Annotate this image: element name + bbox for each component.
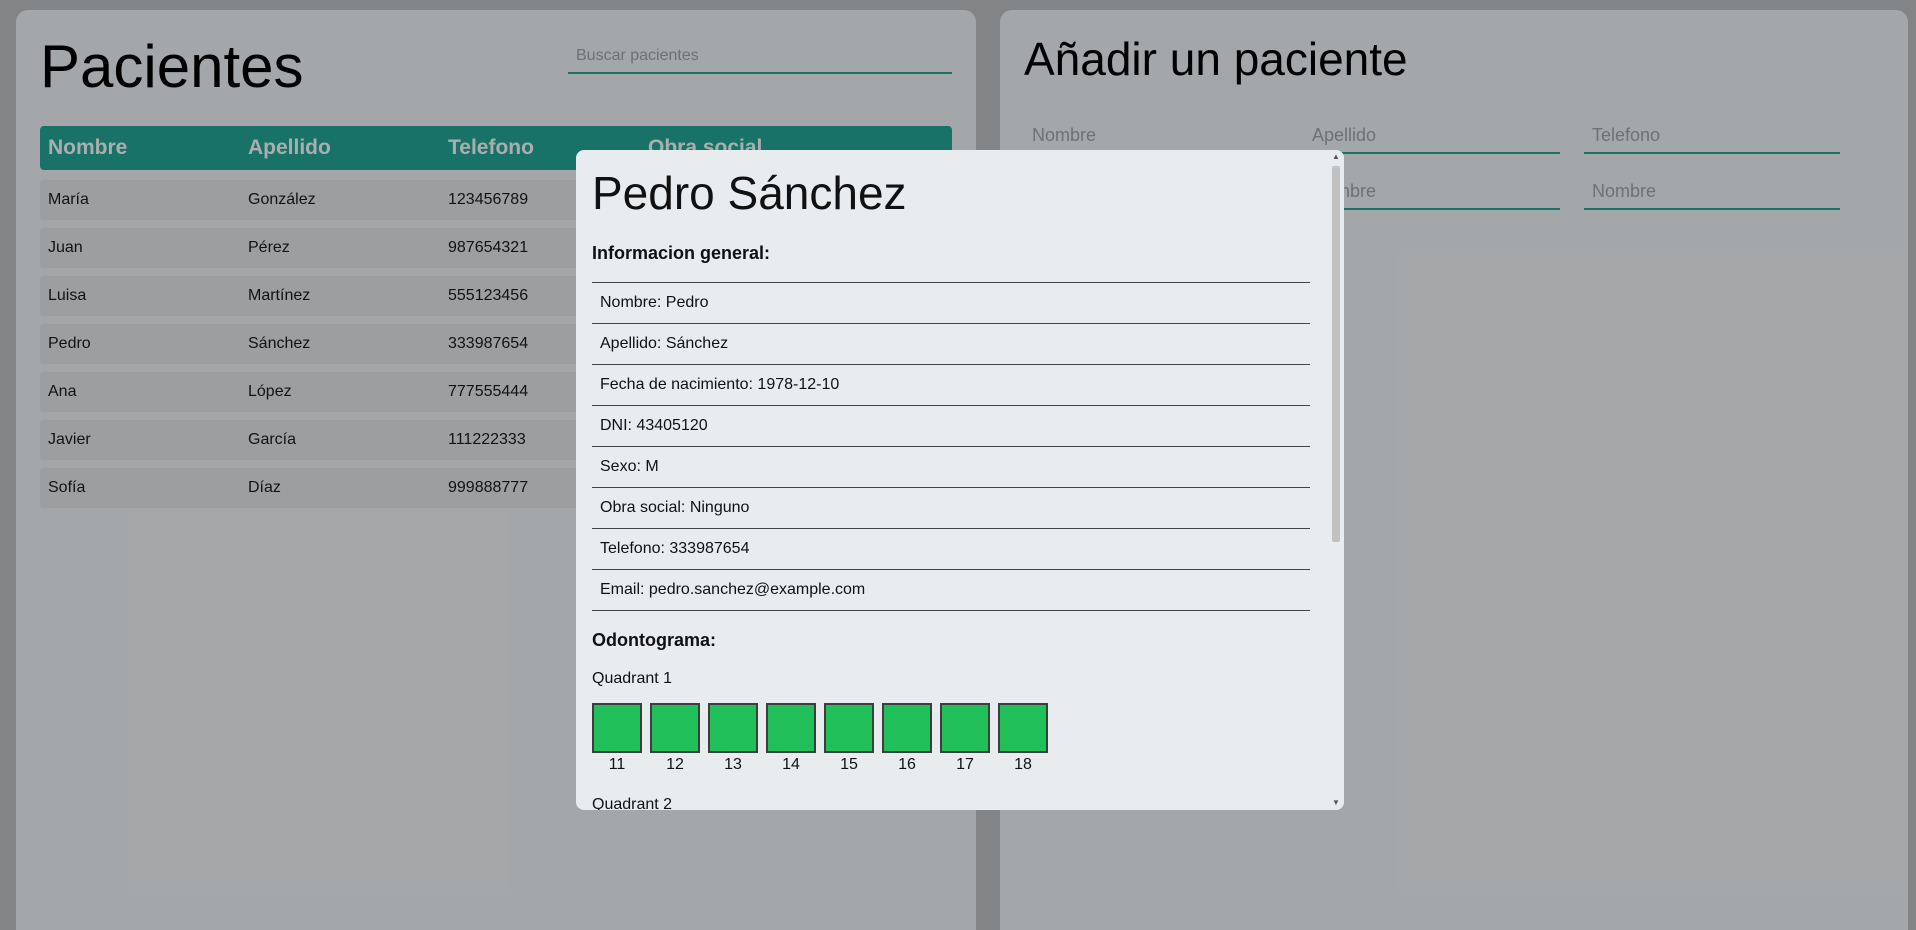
tooth[interactable]: 16 — [882, 703, 932, 774]
patient-detail-modal: Pedro Sánchez Informacion general: Nombr… — [576, 150, 1344, 810]
tooth-number: 13 — [724, 756, 742, 773]
tooth-box[interactable] — [882, 703, 932, 753]
tooth[interactable]: 11 — [592, 703, 642, 774]
tooth-box[interactable] — [650, 703, 700, 753]
tooth[interactable]: 17 — [940, 703, 990, 774]
info-obra-social: Obra social: Ninguno — [592, 488, 1310, 529]
odontogram-heading: Odontograma: — [592, 630, 716, 650]
modal-title: Pedro Sánchez — [592, 167, 907, 219]
tooth-number: 11 — [608, 756, 626, 773]
info-dni: DNI: 43405120 — [592, 406, 1310, 447]
info-nombre: Nombre: Pedro — [592, 283, 1310, 324]
tooth[interactable]: 18 — [998, 703, 1048, 774]
tooth-box[interactable] — [940, 703, 990, 753]
tooth[interactable]: 15 — [824, 703, 874, 774]
general-info-list: Nombre: Pedro Apellido: Sánchez Fecha de… — [592, 282, 1310, 611]
tooth-number: 16 — [898, 756, 916, 773]
tooth-box[interactable] — [766, 703, 816, 753]
general-info-heading: Informacion general: — [592, 243, 771, 263]
tooth[interactable]: 13 — [708, 703, 758, 774]
info-fecha-nacimiento: Fecha de nacimiento: 1978-12-10 — [592, 365, 1310, 406]
tooth-box[interactable] — [998, 703, 1048, 753]
scroll-thumb[interactable] — [1332, 166, 1340, 542]
tooth[interactable]: 12 — [650, 703, 700, 774]
tooth-number: 12 — [666, 756, 684, 773]
info-email: Email: pedro.sanchez@example.com — [592, 570, 1310, 611]
tooth-number: 14 — [782, 756, 800, 773]
info-apellido: Apellido: Sánchez — [592, 324, 1310, 365]
tooth-box[interactable] — [708, 703, 758, 753]
info-telefono: Telefono: 333987654 — [592, 529, 1310, 570]
tooth-number: 15 — [840, 756, 858, 773]
modal-scrollbar[interactable]: ▲ ▼ — [1328, 150, 1344, 810]
tooth-box[interactable] — [592, 703, 642, 753]
quadrant-2-label: Quadrant 2 — [592, 796, 673, 810]
quadrant-1-label: Quadrant 1 — [592, 670, 673, 687]
tooth[interactable]: 14 — [766, 703, 816, 774]
tooth-number: 17 — [956, 756, 974, 773]
scroll-down-icon[interactable]: ▼ — [1328, 796, 1344, 810]
tooth-box[interactable] — [824, 703, 874, 753]
scroll-up-icon[interactable]: ▲ — [1328, 150, 1344, 164]
tooth-number: 18 — [1014, 756, 1032, 773]
info-sexo: Sexo: M — [592, 447, 1310, 488]
